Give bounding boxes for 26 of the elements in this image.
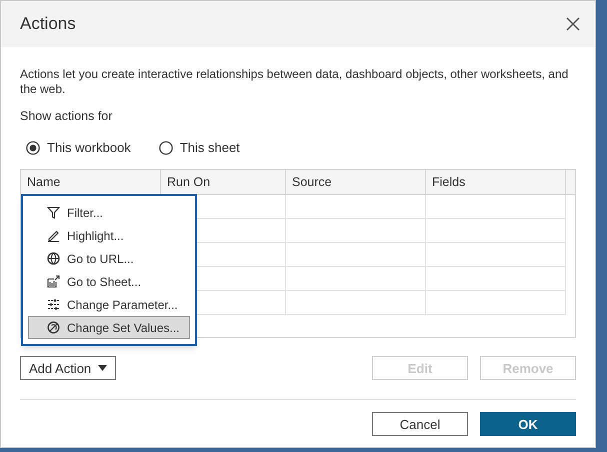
sheet-icon: [47, 275, 60, 288]
menu-item[interactable]: Go to Sheet...: [28, 270, 190, 293]
menu-item[interactable]: Highlight...: [28, 224, 190, 247]
filter-icon: [47, 206, 60, 219]
close-icon[interactable]: [565, 16, 581, 32]
sliders-icon: [47, 298, 60, 311]
menu-item[interactable]: Go to URL...: [28, 247, 190, 270]
description-text: Actions let you create interactive relationships between data, dashboard objects, other worksheets, and the web.: [20, 67, 570, 97]
menu-item[interactable]: Filter...: [28, 201, 190, 224]
menu-item[interactable]: Change Parameter...: [28, 293, 190, 316]
caret-icon: [98, 365, 107, 372]
radio-icon[interactable]: [158, 140, 173, 154]
globe-icon: [47, 252, 60, 265]
dialog-button[interactable]: Cancel: [372, 412, 468, 436]
column-header[interactable]: Fields: [426, 170, 566, 194]
radio-option[interactable]: This sheet: [158, 138, 240, 158]
radio-option[interactable]: This workbook: [26, 138, 131, 158]
menu-item[interactable]: Change Set Values...: [28, 316, 190, 339]
set-icon: [47, 321, 60, 334]
add-action-dropdown[interactable]: Add Action: [20, 356, 116, 380]
column-header[interactable]: Source: [286, 170, 426, 194]
radio-icon[interactable]: [26, 140, 40, 154]
section-label: Show actions for: [20, 108, 114, 125]
dialog-title: Actions: [20, 13, 76, 36]
pen-icon: [47, 229, 60, 242]
ok-button[interactable]: OK: [480, 412, 576, 436]
